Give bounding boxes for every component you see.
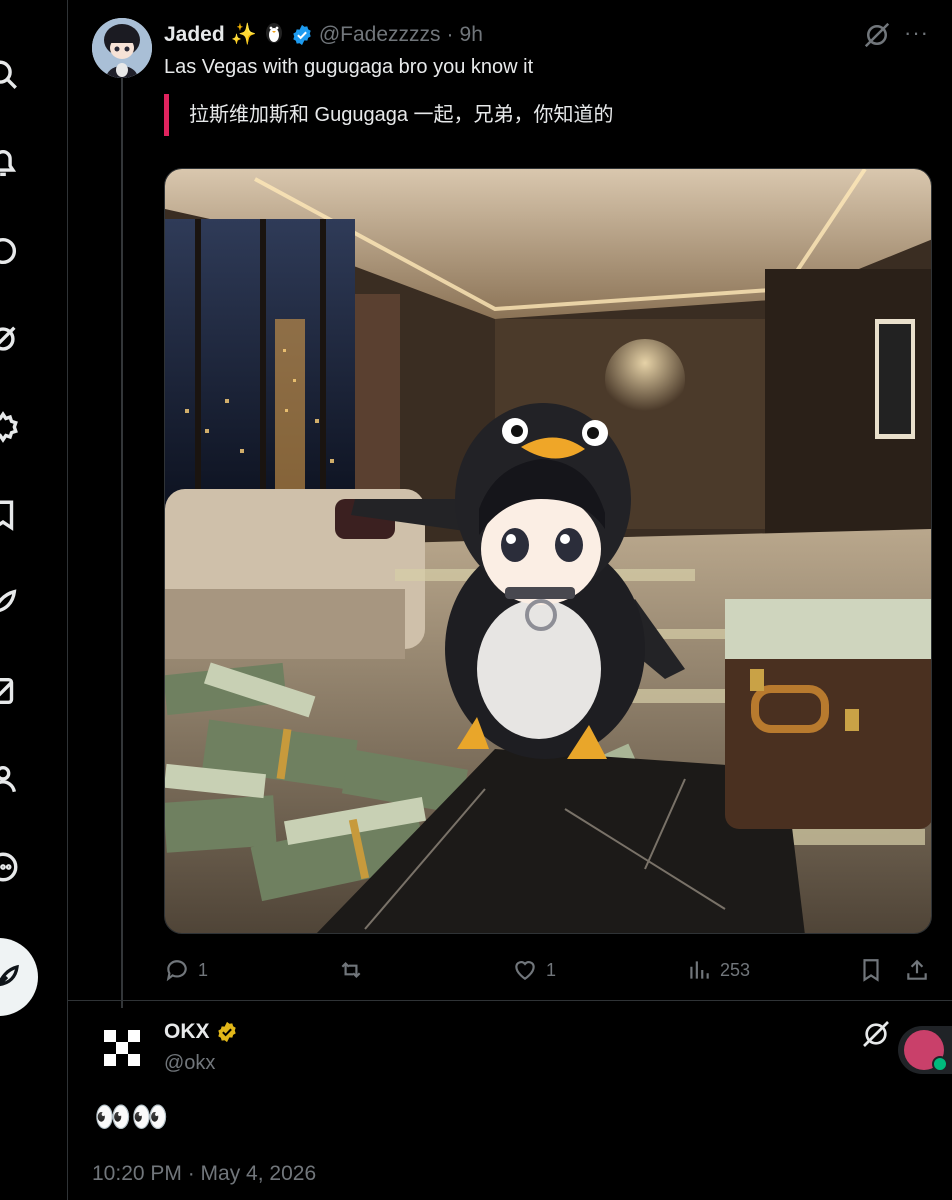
okx-logo[interactable]	[104, 1030, 140, 1066]
post-time[interactable]: 9h	[460, 23, 483, 47]
floating-profile-badge[interactable]	[898, 1026, 952, 1074]
tweet-action-bar: 1 1 253	[164, 950, 936, 990]
views-icon	[690, 961, 709, 979]
handle[interactable]: @okx	[164, 1052, 215, 1075]
avatar[interactable]	[92, 18, 152, 78]
premium-icon[interactable]	[0, 674, 20, 708]
tweet-media-image[interactable]	[164, 168, 932, 934]
share-icon	[907, 959, 927, 980]
reply-count: 1	[198, 959, 209, 980]
like-button[interactable]: 1	[512, 954, 556, 986]
bookmark-icon	[863, 959, 879, 982]
verified-gold-badge-icon	[216, 1021, 238, 1043]
translation-block: 拉斯维加斯和 Gugugaga 一起，兄弟，你知道的	[164, 94, 614, 136]
tweet-divider	[68, 1000, 952, 1001]
chat-icon[interactable]	[0, 234, 20, 268]
more-circle-icon[interactable]	[0, 850, 20, 884]
retweet-button[interactable]	[338, 954, 372, 986]
online-check-icon	[932, 1056, 948, 1072]
translation-text: 拉斯维加斯和 Gugugaga 一起，兄弟，你知道的	[189, 104, 614, 126]
penguin-icon	[263, 20, 285, 50]
reply-tweet-header: Jaded ✨ @Fadezzzzs · 9h	[164, 20, 483, 50]
compose-post-button[interactable]	[0, 938, 38, 1016]
separator: ·	[446, 23, 454, 46]
thread-connector-line	[121, 78, 123, 1008]
reply-button[interactable]: 1	[164, 954, 208, 986]
share-button[interactable]	[904, 954, 930, 986]
grok-icon[interactable]	[862, 20, 892, 50]
tweet-body: 👀👀	[94, 1101, 169, 1134]
tweet-text: Las Vegas with gugugaga bro you know it	[164, 56, 534, 78]
view-count: 253	[720, 959, 751, 980]
retweet-icon	[341, 961, 361, 979]
display-name[interactable]: Jaded	[164, 23, 225, 47]
views-button[interactable]: 253	[686, 954, 750, 986]
like-icon	[515, 961, 535, 980]
bookmark-icon[interactable]	[0, 498, 20, 532]
grok-icon[interactable]	[860, 1018, 892, 1050]
feather-icon	[0, 964, 19, 987]
verified-badge-icon	[291, 24, 313, 46]
okx-name-row: OKX	[164, 1020, 238, 1044]
like-count: 1	[546, 959, 557, 980]
feather-icon[interactable]	[0, 586, 20, 620]
handle[interactable]: @Fadezzzzs	[319, 23, 441, 47]
profile-icon[interactable]	[0, 762, 20, 796]
communities-icon[interactable]	[0, 410, 20, 444]
sparkles-emoji: ✨	[230, 23, 257, 46]
bell-icon[interactable]	[0, 146, 20, 180]
grok-icon[interactable]	[0, 322, 20, 356]
post-timestamp[interactable]: 10:20 PM · May 4, 2026	[92, 1162, 316, 1186]
reply-icon	[166, 960, 187, 982]
more-options-icon[interactable]: ···	[904, 20, 934, 50]
bookmark-button[interactable]	[858, 954, 884, 986]
display-name[interactable]: OKX	[164, 1020, 210, 1044]
left-nav-rail	[0, 0, 68, 1200]
search-icon[interactable]	[0, 58, 20, 92]
